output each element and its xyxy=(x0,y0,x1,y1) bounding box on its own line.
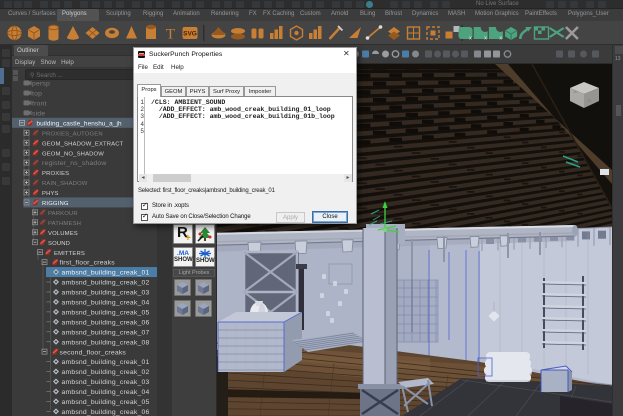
svg-text:ambsnd_building_creak_04: ambsnd_building_creak_04 xyxy=(62,300,150,307)
svg-text:first_floor_creaks: first_floor_creaks xyxy=(60,260,116,267)
svg-text:x: x xyxy=(499,36,502,42)
svg-text:ambsnd_building_creak_05: ambsnd_building_creak_05 xyxy=(62,399,150,406)
svg-text:SVG: SVG xyxy=(183,31,197,38)
svg-text:VOLUMES: VOLUMES xyxy=(48,231,78,237)
svg-text:ambsnd_building_creak_07: ambsnd_building_creak_07 xyxy=(62,329,150,336)
svg-text:EMITTERS: EMITTERS xyxy=(54,251,85,257)
svg-text:T: T xyxy=(166,27,175,43)
svg-text:PATHMESH: PATHMESH xyxy=(48,221,81,227)
svg-text:register_ns_shadow: register_ns_shadow xyxy=(42,160,106,167)
svg-text:PROXIES: PROXIES xyxy=(42,171,69,177)
svg-text:building_castle_henshu_a_jh: building_castle_henshu_a_jh xyxy=(37,120,122,127)
svg-text:persp: persp xyxy=(32,81,50,88)
svg-text:top: top xyxy=(32,91,42,98)
svg-text:ambsnd_building_creak_01: ambsnd_building_creak_01 xyxy=(62,270,150,277)
svg-text:ambsnd_building_creak_02: ambsnd_building_creak_02 xyxy=(62,280,150,287)
svg-text:ambsnd_building_creak_03: ambsnd_building_creak_03 xyxy=(62,379,150,386)
svg-text:SOUND: SOUND xyxy=(48,241,70,247)
svg-text:ambsnd_building_creak_04: ambsnd_building_creak_04 xyxy=(62,389,150,396)
svg-text:RAIN_SHADOW: RAIN_SHADOW xyxy=(42,181,88,187)
svg-text:GEOM_NO_SHADOW: GEOM_NO_SHADOW xyxy=(42,151,104,157)
svg-text:second_floor_creaks: second_floor_creaks xyxy=(60,349,127,356)
svg-text:ambsnd_building_creak_06: ambsnd_building_creak_06 xyxy=(62,319,150,326)
svg-text:RIGGING: RIGGING xyxy=(42,201,69,207)
svg-text:x: x xyxy=(469,36,472,42)
svg-text:ambsnd_building_creak_06: ambsnd_building_creak_06 xyxy=(62,409,150,416)
svg-text:ambsnd_building_creak_02: ambsnd_building_creak_02 xyxy=(62,369,150,376)
svg-text:GEOM_SHADOW_EXTRACT: GEOM_SHADOW_EXTRACT xyxy=(42,141,124,147)
svg-text:ambsnd_building_creak_03: ambsnd_building_creak_03 xyxy=(62,290,150,297)
svg-text:ambsnd_building_creak_05: ambsnd_building_creak_05 xyxy=(62,309,150,316)
svg-text:PARKOUR: PARKOUR xyxy=(48,211,78,217)
svg-text:PROXIES_AUTOGEN: PROXIES_AUTOGEN xyxy=(42,131,103,137)
svg-text:x: x xyxy=(484,36,487,42)
svg-text:ambsnd_building_creak_01: ambsnd_building_creak_01 xyxy=(62,359,150,366)
svg-text:19: 19 xyxy=(587,98,592,103)
svg-text:10: 10 xyxy=(573,89,578,94)
svg-text:ambsnd_building_creak_08: ambsnd_building_creak_08 xyxy=(62,339,150,346)
svg-text:side: side xyxy=(32,110,45,117)
svg-text:front: front xyxy=(32,101,47,108)
svg-text:PHYS: PHYS xyxy=(42,191,59,197)
